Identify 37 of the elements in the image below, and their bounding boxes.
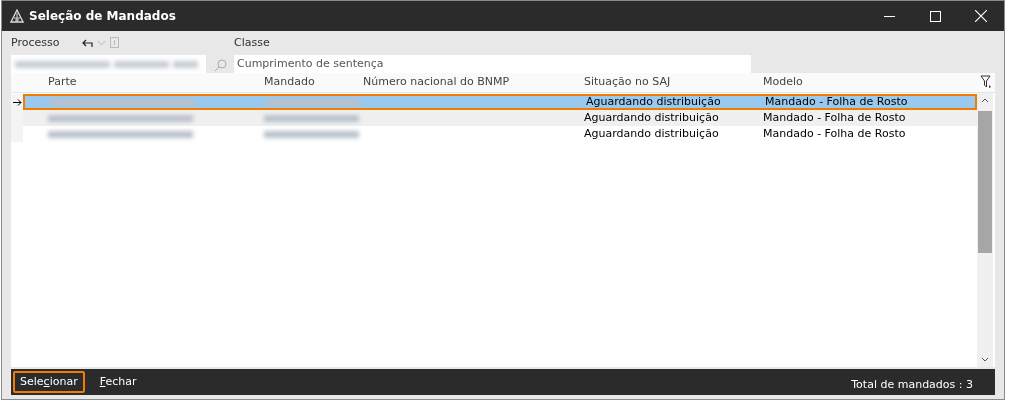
- info-icon[interactable]: [110, 37, 120, 49]
- scrollbar-thumb[interactable]: [978, 111, 992, 253]
- blurred-text: [173, 60, 198, 68]
- footer-button[interactable]: Selecionar: [13, 371, 85, 393]
- table-cell: Aguardando distribuição: [584, 110, 719, 124]
- field-label: Classe: [234, 35, 271, 51]
- chevron-down-icon[interactable]: [97, 40, 107, 46]
- filter-icon[interactable]: [980, 75, 992, 89]
- table-row[interactable]: Aguardando distribuição Mandado - Folha de Rosto: [23, 94, 977, 110]
- scroll-down-icon[interactable]: [981, 357, 989, 362]
- table-cell: Mandado - Folha de Rosto: [765, 96, 908, 108]
- window-title: Seleção de Mandados: [29, 8, 176, 25]
- table-cell: Mandado - Folha de Rosto: [763, 110, 906, 124]
- process-number-field[interactable]: [11, 55, 206, 73]
- search-icon[interactable]: [214, 59, 227, 72]
- status-text: Total de mandados : 3: [851, 376, 973, 393]
- minimize-icon: [883, 15, 895, 17]
- table-row[interactable]: Aguardando distribuição Mandado - Folha de Rosto: [23, 110, 977, 126]
- maximize-icon: [929, 10, 941, 22]
- table-cell: Aguardando distribuição: [586, 96, 721, 108]
- footer-button[interactable]: Fechar: [92, 371, 144, 393]
- table-cell: Mandado - Folha de Rosto: [763, 126, 906, 140]
- logo-icon: [10, 9, 24, 23]
- table-cell: Aguardando distribuição: [584, 126, 719, 140]
- undo-icon[interactable]: [81, 38, 94, 48]
- column-header[interactable]: Número nacional do BNMP: [363, 75, 510, 89]
- scroll-up-icon[interactable]: [981, 98, 989, 103]
- column-header[interactable]: Situação no SAJ: [584, 75, 671, 89]
- blurred-text: [114, 60, 169, 68]
- column-header[interactable]: Mandado: [264, 75, 315, 89]
- column-header[interactable]: Modelo: [763, 75, 803, 89]
- class-field[interactable]: Cumprimento de sentença: [234, 55, 751, 73]
- close-icon: [975, 10, 987, 22]
- field-label: Processo: [11, 34, 60, 51]
- column-header[interactable]: Parte: [48, 75, 77, 89]
- row-header-cell[interactable]: [11, 94, 23, 110]
- scrollbar[interactable]: [977, 93, 993, 367]
